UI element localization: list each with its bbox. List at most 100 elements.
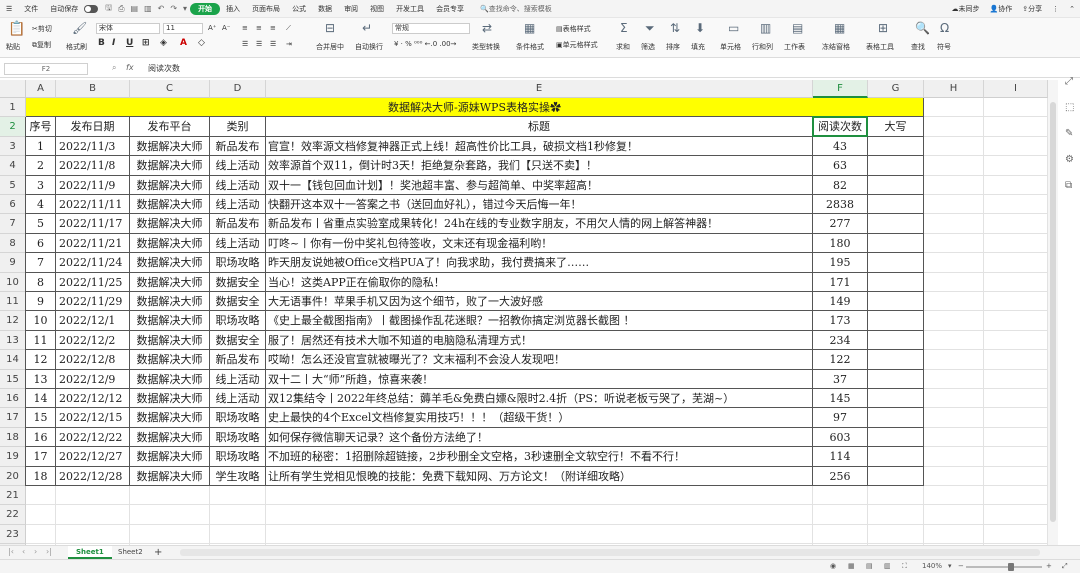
column-header-f[interactable]: F <box>813 80 868 98</box>
row-header-19[interactable]: 19 <box>0 447 26 467</box>
table-style-button[interactable]: ▤表格样式 <box>556 24 591 34</box>
fill-icon[interactable]: ⬇ <box>695 22 705 34</box>
table-cell[interactable]: 114 <box>813 447 868 467</box>
table-cell[interactable]: 新品发布 <box>210 350 266 370</box>
table-cell[interactable]: 数据解决大师 <box>130 195 210 215</box>
table-cell[interactable]: 职场攻略 <box>210 427 266 448</box>
row-header-12[interactable]: 12 <box>0 311 26 331</box>
zoom-level[interactable]: 140% <box>922 562 942 570</box>
table-cell[interactable]: 603 <box>813 427 868 448</box>
table-cell[interactable] <box>868 311 924 331</box>
zoom-dropdown-icon[interactable]: ▾ <box>948 562 952 570</box>
indent-icon[interactable]: ⇥ <box>286 40 292 48</box>
backup-icon[interactable]: ⧉ <box>1065 180 1072 191</box>
freeze-label[interactable]: 冻结窗格 <box>822 42 850 52</box>
wrap-label[interactable]: 自动换行 <box>355 42 383 52</box>
row-header-14[interactable]: 14 <box>0 350 26 370</box>
undo-icon[interactable]: ↶ <box>155 4 168 13</box>
zoom-in-icon[interactable]: + <box>1046 562 1052 570</box>
paste-label[interactable]: 粘贴 <box>6 42 20 52</box>
column-header-h[interactable]: H <box>924 80 984 98</box>
tab-data[interactable]: 数据 <box>312 4 338 14</box>
table-cell[interactable]: 2022/11/11 <box>56 195 130 215</box>
table-cell[interactable]: 7 <box>26 253 56 273</box>
sum-icon[interactable]: Σ <box>620 22 628 34</box>
row-header-13[interactable]: 13 <box>0 330 26 351</box>
view-page-break-icon[interactable]: ▦ <box>848 562 855 570</box>
column-header-e[interactable]: E <box>266 80 813 98</box>
row-header-22[interactable]: 22 <box>0 505 26 525</box>
row-header-16[interactable]: 16 <box>0 389 26 409</box>
header-cell-f[interactable]: 阅读次数 <box>813 117 868 137</box>
table-cell[interactable]: 双十一【钱包回血计划】！奖池超丰富、参与超简单、中奖率超高！ <box>266 175 813 195</box>
table-cell[interactable]: 2022/12/1 <box>56 311 130 331</box>
table-cell[interactable]: 线上活动 <box>210 389 266 409</box>
table-cell[interactable] <box>868 389 924 409</box>
table-cell[interactable]: 线上活动 <box>210 233 266 254</box>
first-sheet-icon[interactable]: |‹ <box>8 547 14 556</box>
orientation-icon[interactable]: ⟋ <box>286 24 291 33</box>
rowcol-icon[interactable]: ▥ <box>760 22 771 34</box>
sort-icon[interactable]: ⇅ <box>670 22 680 34</box>
zoom-slider[interactable] <box>966 566 1042 568</box>
table-cell[interactable]: 180 <box>813 233 868 254</box>
table-cell[interactable]: 37 <box>813 369 868 389</box>
table-cell[interactable]: 数据解决大师 <box>130 253 210 273</box>
table-cell[interactable]: 2022/11/8 <box>56 156 130 176</box>
table-cell[interactable]: 数据安全 <box>210 272 266 292</box>
table-cell[interactable]: 数据解决大师 <box>130 311 210 331</box>
number-format-select[interactable]: 常规 <box>392 23 470 34</box>
table-cell[interactable]: 数据解决大师 <box>130 427 210 448</box>
header-cell-a[interactable]: 序号 <box>26 117 56 137</box>
table-cell[interactable] <box>868 136 924 157</box>
select-icon[interactable]: ⬚ <box>1065 102 1074 113</box>
table-cell[interactable]: 双12集结令丨2022年终总结：薅羊毛&免费白嫖&限时2.4折（PS：听说老板亏… <box>266 389 813 409</box>
table-cell[interactable]: 效率源首个双11，倒计时3天！拒绝复杂套路，我们【只送不卖】！ <box>266 156 813 176</box>
row-header-9[interactable]: 9 <box>0 253 26 273</box>
table-cell[interactable]: 数据解决大师 <box>130 389 210 409</box>
table-cell[interactable]: 9 <box>26 292 56 312</box>
table-cell[interactable]: 3 <box>26 175 56 195</box>
table-cell[interactable]: 2022/11/3 <box>56 136 130 157</box>
table-cell[interactable]: 2022/12/8 <box>56 350 130 370</box>
table-cell[interactable]: 5 <box>26 214 56 234</box>
cell-icon[interactable]: ▭ <box>728 22 739 34</box>
collab-button[interactable]: 👤协作 <box>985 4 1018 14</box>
view-page-layout-icon[interactable]: ▤ <box>866 562 873 570</box>
table-cell[interactable]: 2022/11/29 <box>56 292 130 312</box>
zoom-fit-icon[interactable]: ⤢ <box>1062 562 1068 571</box>
table-cell[interactable]: 2022/12/12 <box>56 389 130 409</box>
table-cell[interactable]: 122 <box>813 350 868 370</box>
merge-icon[interactable]: ⊟ <box>325 22 335 34</box>
table-cell[interactable]: 如何保存微信聊天记录？这个备份方法绝了！ <box>266 427 813 448</box>
zoom-slider-knob[interactable] <box>1008 563 1014 571</box>
table-cell[interactable]: 数据解决大师 <box>130 330 210 351</box>
increase-font-icon[interactable]: A⁺ <box>208 24 216 32</box>
rowcol-label[interactable]: 行和列 <box>752 42 773 52</box>
row-header-17[interactable]: 17 <box>0 408 26 428</box>
select-all-corner[interactable] <box>0 80 26 98</box>
header-cell-b[interactable]: 发布日期 <box>56 117 130 137</box>
fill-label[interactable]: 填充 <box>691 42 705 52</box>
preview-icon[interactable]: ▥ <box>141 4 155 13</box>
table-cell[interactable]: 18 <box>26 466 56 486</box>
table-cell[interactable]: 昨天朋友说她被Office文档PUA了！向我求助，我付费搞来了…… <box>266 253 813 273</box>
row-header-21[interactable]: 21 <box>0 486 26 506</box>
table-cell[interactable]: 234 <box>813 330 868 351</box>
table-cell[interactable]: 数据解决大师 <box>130 233 210 254</box>
table-cell[interactable]: 195 <box>813 253 868 273</box>
table-cell[interactable]: 数据解决大师 <box>130 175 210 195</box>
table-cell[interactable]: 线上活动 <box>210 195 266 215</box>
table-cell[interactable]: 《史上最全截图指南》丨截图操作乱花迷眼？一招教你搞定浏览器长截图 ！ <box>266 311 813 331</box>
table-cell[interactable]: 17 <box>26 447 56 467</box>
hamburger-icon[interactable]: ☰ <box>0 5 18 13</box>
zoom-fx-icon[interactable]: ⌕ <box>112 63 116 73</box>
font-size-select[interactable]: 11 <box>163 23 203 34</box>
view-reading-icon[interactable]: ▥ <box>884 562 891 570</box>
row-header-3[interactable]: 3 <box>0 136 26 157</box>
table-cell[interactable]: 史上最快的4个Excel文档修复实用技巧！！！（超级干货！） <box>266 408 813 428</box>
row-header-2[interactable]: 2 <box>0 117 26 137</box>
collapse-ribbon-icon[interactable]: ⌃ <box>1064 5 1080 13</box>
table-cell[interactable]: 数据安全 <box>210 330 266 351</box>
table-cell[interactable]: 63 <box>813 156 868 176</box>
